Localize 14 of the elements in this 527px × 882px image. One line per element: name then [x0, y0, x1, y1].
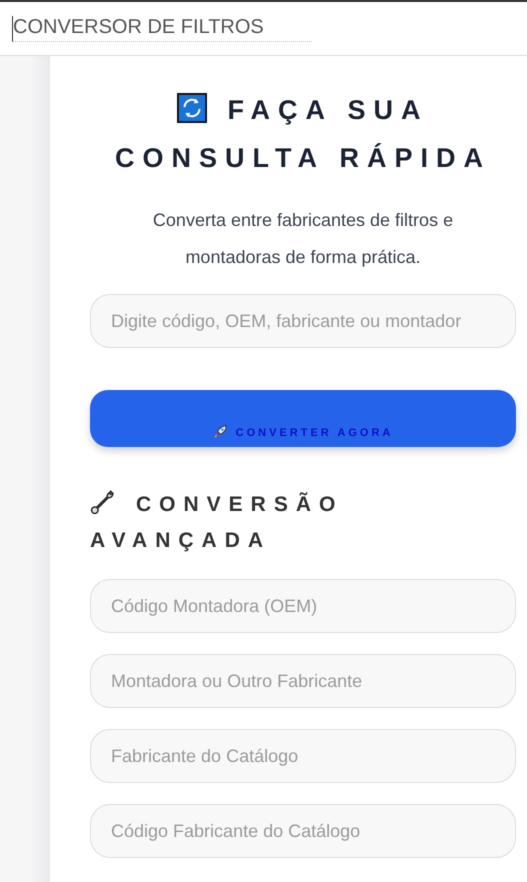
page-heading: FAÇA SUA — [227, 95, 428, 125]
input-field[interactable]: Fabricante do Catálogo — [90, 729, 516, 783]
wrench-icon — [90, 489, 116, 515]
page-heading: CONSULTA RÁPIDA — [115, 143, 491, 173]
rocket-icon — [212, 424, 228, 439]
input-field[interactable]: Código Fabricante do Catálogo — [90, 804, 516, 858]
section-heading: AVANÇADA — [90, 529, 272, 552]
title-field[interactable]: CONVERSOR DE FILTROS — [12, 16, 312, 42]
description-text: Converta entre fabricantes de filtros e montadoras de forma prática. — [152, 209, 454, 269]
input-field[interactable]: Montadora ou Outro Fabricante — [90, 654, 516, 708]
section-heading: CONVERSÃO — [136, 493, 344, 516]
search-field[interactable]: Digite código, OEM, fabricante ou montador — [90, 294, 516, 348]
input-field[interactable]: Código Montadora (OEM) — [90, 579, 516, 633]
refresh-icon — [177, 93, 208, 123]
